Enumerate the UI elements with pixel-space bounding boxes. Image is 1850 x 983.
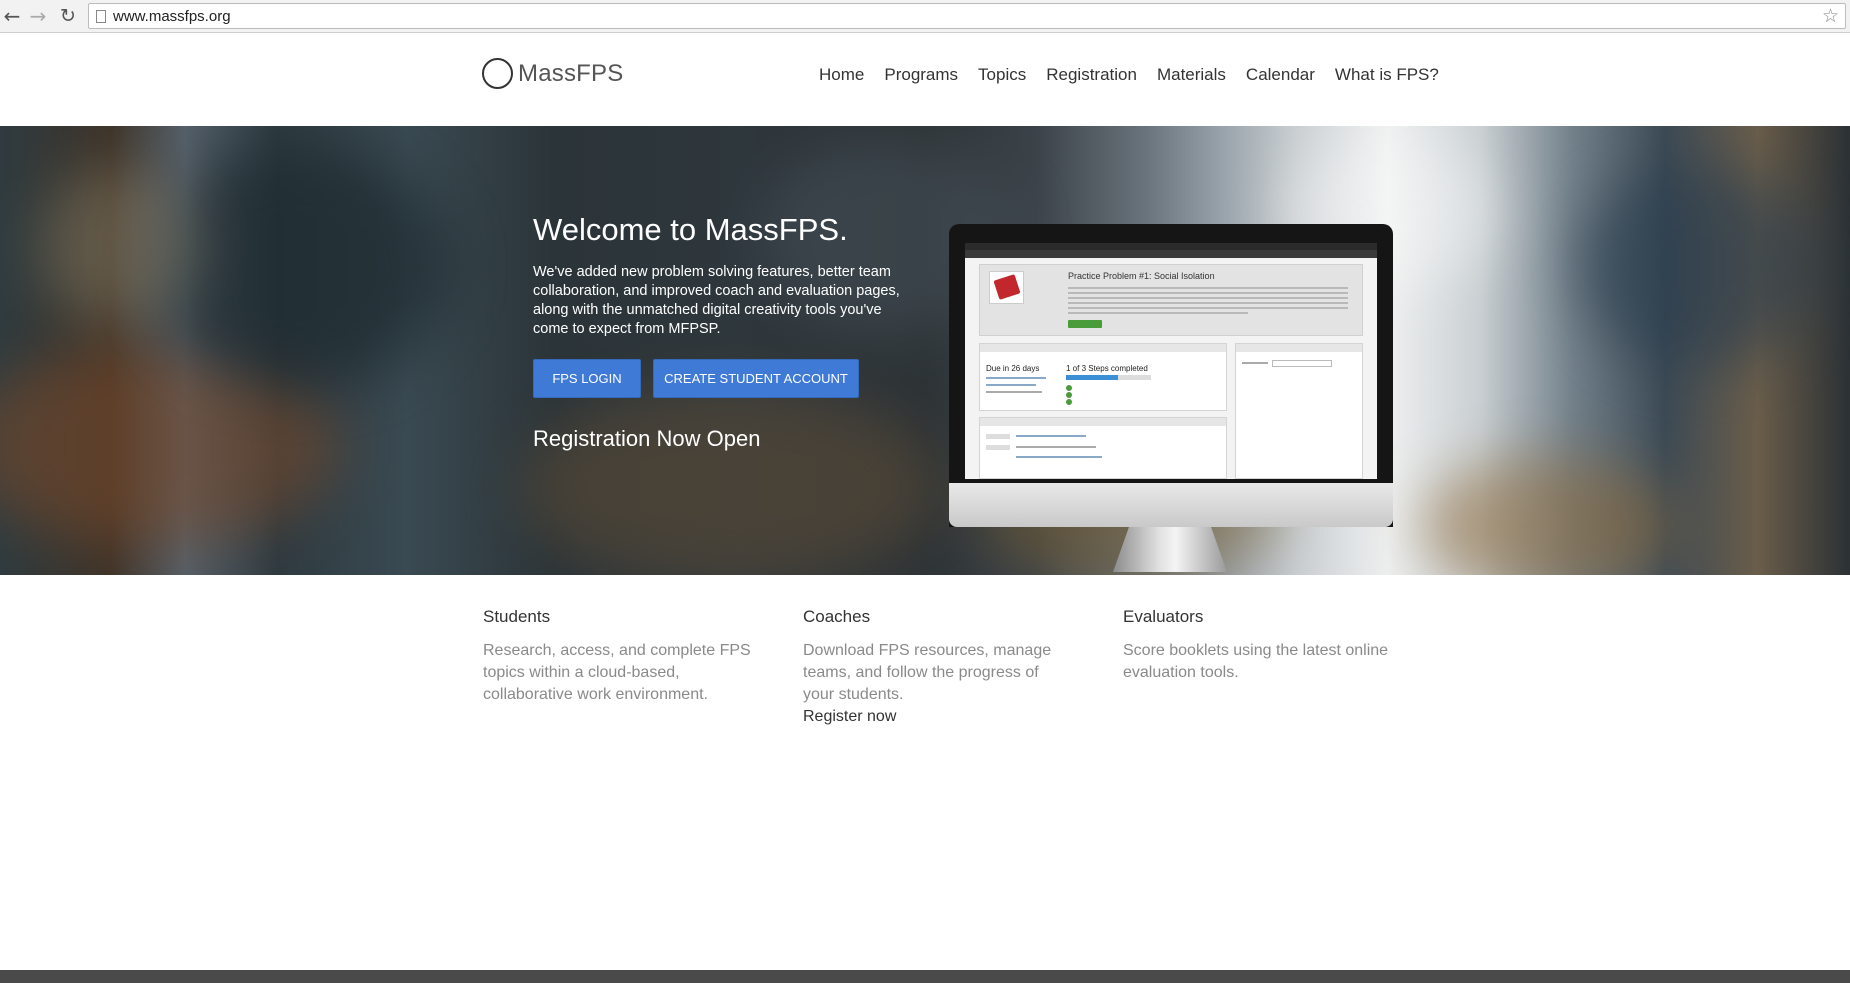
- footer-bar: [0, 970, 1850, 983]
- nav-materials[interactable]: Materials: [1157, 65, 1226, 85]
- monitor-screen: Practice Problem #1: Social Isolation Du…: [965, 243, 1377, 479]
- hero-background-blur: [1580, 166, 1820, 366]
- screen-tag: [986, 434, 1010, 439]
- browser-toolbar: ← → ↻ www.massfps.org ☆: [0, 0, 1850, 33]
- screen-text-line: [1242, 362, 1268, 364]
- screen-progress-panel: Due in 26 days 1 of 3 Steps completed: [979, 343, 1227, 411]
- address-bar[interactable]: www.massfps.org ☆: [88, 3, 1846, 29]
- screen-text-line: [1068, 307, 1348, 309]
- screen-link-line: [1016, 435, 1086, 437]
- bookmark-star-icon[interactable]: ☆: [1822, 5, 1839, 27]
- screen-link-line: [1016, 456, 1102, 458]
- nav-programs[interactable]: Programs: [884, 65, 958, 85]
- forward-arrow-icon[interactable]: →: [26, 4, 50, 28]
- check-icon: [1066, 392, 1072, 398]
- screen-text-line: [1068, 312, 1248, 314]
- check-icon: [1066, 399, 1072, 405]
- screen-link-line: [986, 377, 1046, 379]
- nav-topics[interactable]: Topics: [978, 65, 1026, 85]
- nav-registration[interactable]: Registration: [1046, 65, 1137, 85]
- register-now-link[interactable]: Register now: [803, 706, 1073, 728]
- fps-login-button[interactable]: FPS LOGIN: [533, 359, 641, 398]
- feature-text: Download FPS resources, manage teams, an…: [803, 642, 1052, 703]
- screen-problem-card: Practice Problem #1: Social Isolation: [979, 264, 1363, 336]
- site-logo[interactable]: MassFPS: [482, 58, 623, 89]
- back-arrow-icon[interactable]: ←: [0, 4, 24, 28]
- screen-menubar: [965, 243, 1377, 250]
- fps-logo-icon: [989, 271, 1024, 304]
- hero-background-blur: [520, 386, 940, 575]
- hero-title: Welcome to MassFPS.: [533, 212, 848, 247]
- feature-evaluators: Evaluators Score booklets using the late…: [1123, 607, 1393, 684]
- nav-home[interactable]: Home: [819, 65, 864, 85]
- nav-what-is-fps[interactable]: What is FPS?: [1335, 65, 1439, 85]
- feature-coaches: Coaches Download FPS resources, manage t…: [803, 607, 1073, 728]
- feature-students: Students Research, access, and complete …: [483, 607, 753, 706]
- hero-description: We've added new problem solving features…: [533, 264, 900, 337]
- main-nav: Home Programs Topics Registration Materi…: [819, 65, 1459, 85]
- monitor-illustration: Practice Problem #1: Social Isolation Du…: [949, 224, 1393, 575]
- screen-toolbar: [965, 250, 1377, 258]
- feature-title: Coaches: [803, 607, 871, 626]
- site-header: MassFPS Home Programs Topics Registratio…: [0, 34, 1850, 126]
- hero-background-blur: [1420, 456, 1680, 575]
- screen-text-line: [1068, 297, 1348, 299]
- screen-link-line: [986, 384, 1036, 386]
- feature-text: Score booklets using the latest online e…: [1123, 642, 1389, 681]
- screen-due-text: Due in 26 days: [986, 364, 1040, 373]
- nav-calendar[interactable]: Calendar: [1246, 65, 1315, 85]
- screen-text-line: [986, 391, 1042, 393]
- feature-title: Evaluators: [1123, 607, 1204, 626]
- screen-team-panel: [1235, 343, 1363, 479]
- logo-text: MassFPS: [518, 59, 624, 87]
- feature-title: Students: [483, 607, 551, 626]
- screen-steps-text: 1 of 3 Steps completed: [1066, 364, 1148, 373]
- feature-text: Research, access, and complete FPS topic…: [483, 642, 751, 703]
- screen-text-line: [1068, 292, 1348, 294]
- logo-circle-icon: [482, 58, 513, 89]
- screen-select: [1272, 360, 1332, 367]
- page-icon: [96, 10, 106, 23]
- monitor-stand: [1113, 527, 1227, 572]
- check-icon: [1066, 385, 1072, 391]
- screen-text-line: [1068, 287, 1348, 289]
- screen-text-line: [1016, 446, 1096, 448]
- screen-problem-title: Practice Problem #1: Social Isolation: [1068, 271, 1215, 281]
- url-text[interactable]: www.massfps.org: [113, 8, 231, 25]
- registration-open-text: Registration Now Open: [533, 426, 761, 451]
- hero-background-blur: [40, 166, 200, 326]
- screen-panel-header: [980, 344, 1226, 352]
- screen-stage-panel: [979, 417, 1227, 479]
- screen-panel-header: [1236, 344, 1362, 352]
- screen-text-line: [1068, 302, 1348, 304]
- screen-tag: [986, 445, 1010, 450]
- screen-progress-bar: [1066, 375, 1151, 380]
- screen-panel-header: [980, 418, 1226, 426]
- reload-icon[interactable]: ↻: [56, 4, 80, 28]
- hero-banner: Welcome to MassFPS. We've added new prob…: [0, 126, 1850, 575]
- create-student-account-button[interactable]: CREATE STUDENT ACCOUNT: [653, 359, 859, 398]
- monitor-chin: [949, 483, 1393, 527]
- screen-start-button: [1068, 320, 1102, 328]
